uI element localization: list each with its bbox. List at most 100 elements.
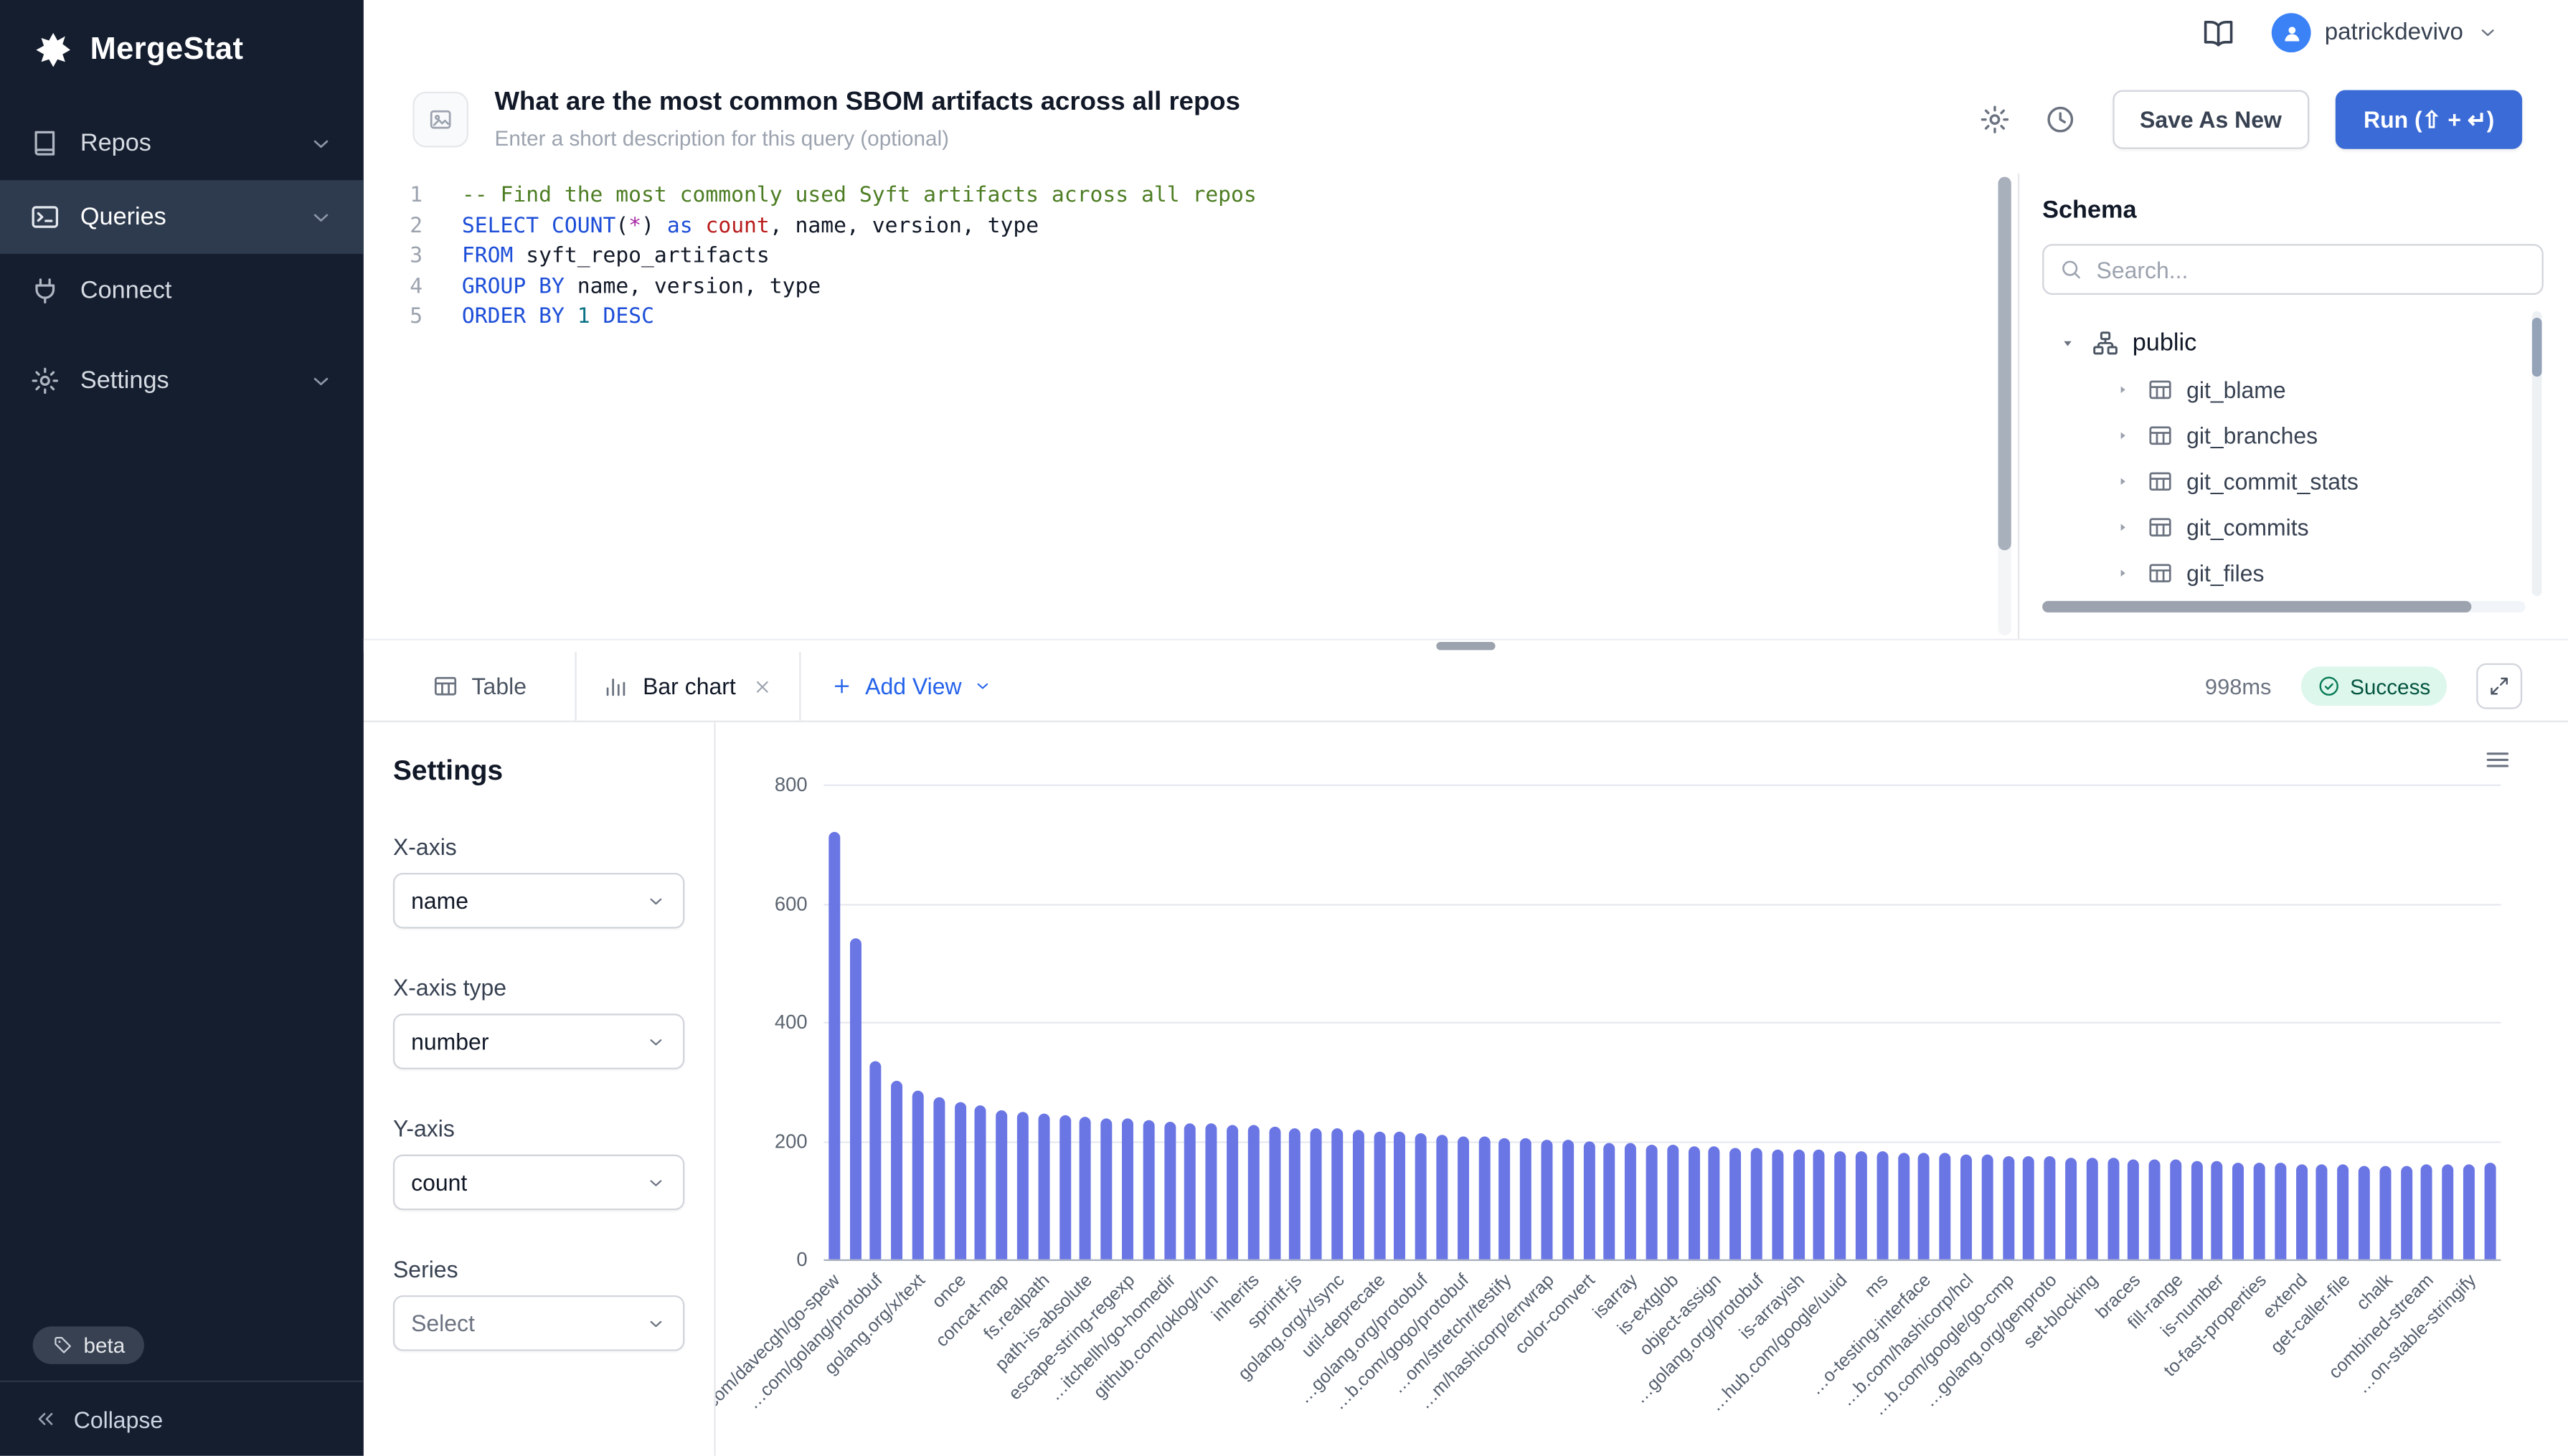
chart-bar[interactable] (2044, 1156, 2056, 1259)
chart-bar[interactable] (1143, 1120, 1154, 1259)
pane-resize-handle[interactable] (1436, 642, 1495, 650)
chart-bar[interactable] (870, 1062, 882, 1259)
editor-scrollbar[interactable] (1998, 177, 2011, 635)
chart-bar[interactable] (1331, 1128, 1343, 1259)
chart-bar[interactable] (1835, 1151, 1846, 1259)
app-logo[interactable]: MergeStat (0, 0, 364, 97)
chart-bar[interactable] (2128, 1160, 2140, 1259)
chart-bar[interactable] (1374, 1132, 1385, 1259)
chart-bar[interactable] (2002, 1156, 2014, 1259)
chart-bar[interactable] (2107, 1158, 2118, 1259)
user-menu[interactable]: patrickdevivo (2272, 13, 2500, 52)
chart-bar[interactable] (1918, 1153, 1930, 1259)
save-as-new-button[interactable]: Save As New (2112, 90, 2309, 149)
chart-bar[interactable] (2484, 1163, 2496, 1259)
chart-bar[interactable] (892, 1081, 903, 1259)
chart-bar[interactable] (1646, 1145, 1658, 1259)
chart-bar[interactable] (1520, 1138, 1531, 1259)
add-view-button[interactable]: Add View (831, 652, 993, 721)
chart-bar[interactable] (954, 1102, 966, 1259)
chart-bar[interactable] (1059, 1115, 1070, 1259)
chart-bar[interactable] (1940, 1153, 1951, 1259)
sql-code[interactable]: 1-- Find the most commonly used Syft art… (364, 181, 2018, 334)
chart-bar[interactable] (2065, 1158, 2077, 1259)
schema-table-git_branches[interactable]: git_branches (2042, 412, 2544, 458)
query-settings-icon[interactable] (1978, 103, 2011, 136)
chart-bar[interactable] (1352, 1130, 1364, 1259)
sidebar-item-queries[interactable]: Queries (0, 180, 364, 254)
editor-scrollbar-thumb[interactable] (1998, 177, 2011, 551)
schema-horizontal-scrollbar[interactable] (2042, 601, 2526, 613)
chart-bar[interactable] (1729, 1148, 1741, 1259)
x-axis-select[interactable]: name (393, 873, 684, 929)
query-history-icon[interactable] (2043, 103, 2076, 136)
chart-bar[interactable] (829, 832, 840, 1259)
chart-bar[interactable] (2422, 1164, 2433, 1259)
chart-bar[interactable] (2254, 1163, 2265, 1259)
chart-bar[interactable] (1164, 1122, 1176, 1259)
chart-bar[interactable] (1667, 1145, 1679, 1259)
tab-table[interactable]: Table (406, 652, 552, 721)
chart-bar[interactable] (1017, 1112, 1029, 1259)
chart-bar[interactable] (1604, 1143, 1615, 1259)
chart-bar[interactable] (1269, 1127, 1280, 1259)
schema-vscroll-thumb[interactable] (2532, 318, 2542, 377)
chart-bar[interactable] (1478, 1137, 1490, 1259)
sidebar-collapse-button[interactable]: Collapse (0, 1381, 364, 1456)
query-icon-button[interactable] (412, 92, 468, 148)
chart-bar[interactable] (1499, 1138, 1511, 1259)
chart-bar[interactable] (996, 1110, 1008, 1259)
tab-bar-chart[interactable]: Bar chart (575, 652, 801, 721)
chart-bar[interactable] (1311, 1128, 1322, 1259)
chart-bar[interactable] (1101, 1118, 1113, 1259)
chart-bar[interactable] (1415, 1133, 1427, 1259)
y-axis-select[interactable]: count (393, 1155, 684, 1211)
chart-bar[interactable] (2317, 1164, 2328, 1259)
chart-bar[interactable] (1394, 1132, 1406, 1259)
chart-bar[interactable] (849, 938, 861, 1259)
schema-tree-root[interactable]: public (2042, 318, 2544, 367)
chart-bar[interactable] (1122, 1118, 1133, 1259)
chart-bar[interactable] (1751, 1148, 1762, 1259)
chart-bar[interactable] (2379, 1166, 2391, 1259)
chart-bar[interactable] (1206, 1123, 1217, 1259)
chart-bar[interactable] (2359, 1166, 2370, 1259)
chart-bar[interactable] (2442, 1164, 2454, 1259)
chart-bar[interactable] (2170, 1160, 2181, 1259)
chart-bar[interactable] (2275, 1163, 2286, 1259)
chart-bar[interactable] (1688, 1146, 1699, 1259)
chart-bar[interactable] (1772, 1150, 1783, 1259)
docs-icon[interactable] (2201, 16, 2236, 50)
chart-bar[interactable] (1436, 1135, 1448, 1259)
schema-table-git_commits[interactable]: git_commits (2042, 504, 2544, 550)
chart-bar[interactable] (2233, 1163, 2244, 1259)
chart-bar[interactable] (2211, 1161, 2223, 1259)
schema-table-git_blame[interactable]: git_blame (2042, 367, 2544, 412)
chart-bar[interactable] (1583, 1141, 1595, 1259)
chart-bar[interactable] (2191, 1161, 2202, 1259)
schema-table-git_files[interactable]: git_files (2042, 550, 2544, 596)
chart-menu-icon[interactable] (2483, 745, 2512, 775)
chart-bar[interactable] (2463, 1164, 2475, 1259)
series-select[interactable]: Select (393, 1295, 684, 1351)
run-button[interactable]: Run (⇧ + ↵) (2336, 90, 2522, 149)
sql-editor[interactable]: 1-- Find the most commonly used Syft art… (364, 174, 2018, 638)
chart-bar[interactable] (1541, 1140, 1552, 1259)
chart-bar[interactable] (2295, 1164, 2307, 1259)
expand-results-button[interactable] (2476, 663, 2522, 709)
chart-bar[interactable] (1562, 1140, 1574, 1259)
schema-table-git_commit_stats[interactable]: git_commit_stats (2042, 458, 2544, 504)
chart-bar[interactable] (1185, 1123, 1196, 1259)
chart-bar[interactable] (1038, 1114, 1049, 1259)
chart-bar[interactable] (1458, 1137, 1469, 1259)
schema-hscroll-thumb[interactable] (2042, 601, 2471, 613)
schema-search-input[interactable] (2042, 244, 2544, 295)
chart-bar[interactable] (2086, 1158, 2097, 1259)
sidebar-item-connect[interactable]: Connect (0, 254, 364, 328)
chart-bar[interactable] (1793, 1150, 1804, 1259)
chart-bar[interactable] (976, 1105, 987, 1259)
chart-bar[interactable] (1981, 1155, 1993, 1259)
query-title[interactable]: What are the most common SBOM artifacts … (495, 88, 1240, 118)
sidebar-item-repos[interactable]: Repos (0, 106, 364, 180)
chart-bar[interactable] (1813, 1150, 1825, 1259)
